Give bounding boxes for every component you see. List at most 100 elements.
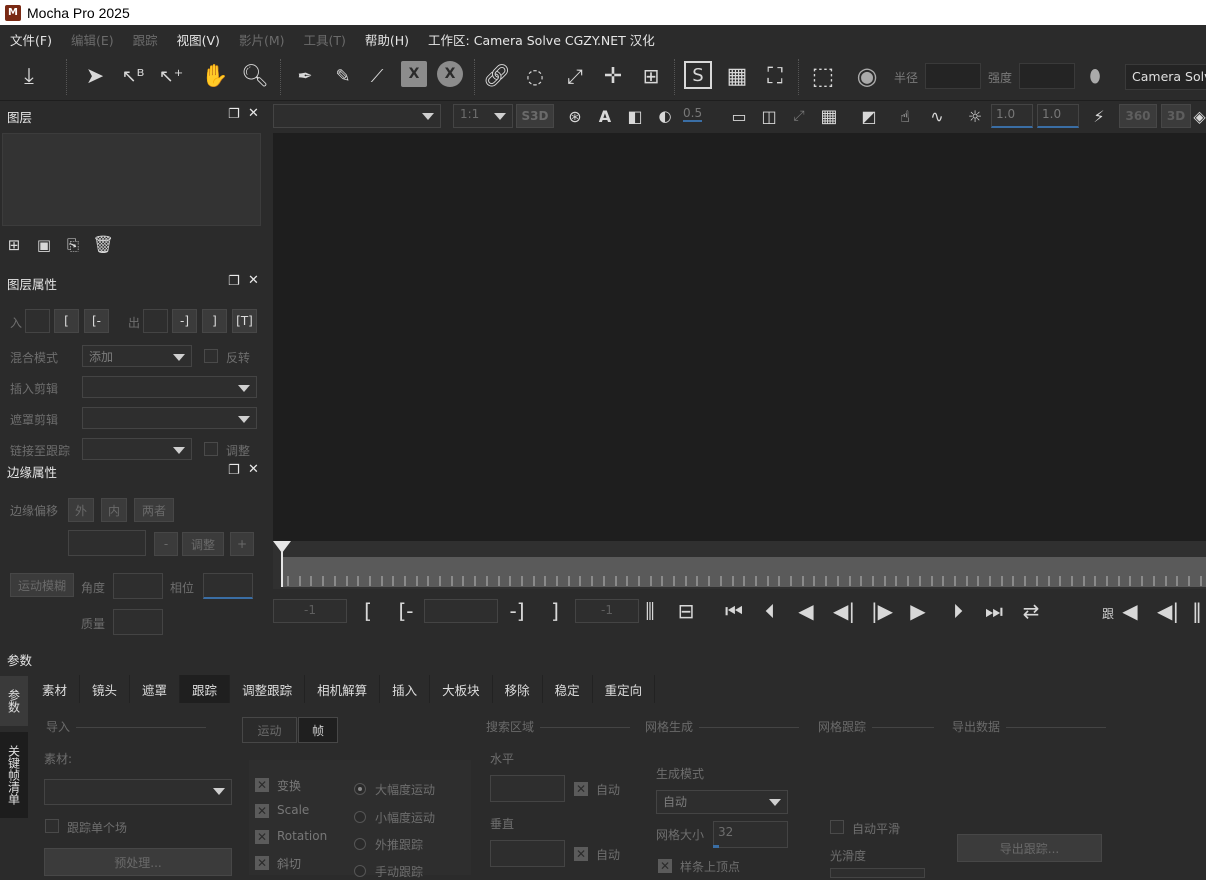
matte-opacity-icon[interactable]: ◐ — [653, 104, 677, 128]
surface-icon[interactable]: S — [684, 61, 712, 89]
side-tab-params[interactable]: 参数 — [0, 676, 28, 726]
horizontal-input[interactable] — [490, 775, 565, 802]
delete-layer-icon[interactable]: 🗑︎ — [92, 234, 114, 256]
module-tab[interactable]: 镜头 — [80, 675, 131, 703]
module-tab[interactable]: 移除 — [492, 675, 543, 703]
large-motion-radio[interactable] — [354, 783, 366, 795]
mesh-size-slider[interactable] — [713, 845, 719, 848]
scale-checkbox[interactable]: ✕ — [255, 804, 269, 818]
zoom-timeline-icon[interactable]: ⫼ — [636, 596, 664, 626]
gen-mode-select[interactable]: 自动 — [656, 790, 788, 814]
mask-clip-select[interactable] — [82, 407, 257, 429]
rotation-checkbox[interactable]: ✕ — [255, 830, 269, 844]
duplicate-layer-icon[interactable]: ⎘ — [62, 234, 84, 256]
module-tab[interactable]: 素材 — [30, 675, 81, 703]
module-tab[interactable]: 跟踪 — [180, 675, 231, 703]
import-icon[interactable]: ⤓ — [14, 61, 44, 91]
next-key-icon[interactable]: ⏵ — [944, 596, 972, 626]
new-layer-group-icon[interactable]: ⊞ — [3, 234, 25, 256]
menu-help[interactable]: 帮助(H) — [365, 30, 409, 49]
hand-view-icon[interactable]: ☝ — [893, 104, 917, 128]
rotate-tool-icon[interactable]: ◌ — [520, 61, 550, 91]
quality-input[interactable] — [113, 609, 163, 635]
radius-input[interactable] — [925, 63, 981, 89]
edge-out-button[interactable]: 外 — [68, 498, 94, 522]
zoom-select[interactable]: 1:1 — [453, 104, 513, 128]
module-tab[interactable]: 稳定 — [542, 675, 593, 703]
edge-in-button[interactable]: 内 — [101, 498, 127, 522]
play-forward-icon[interactable]: ▶ — [904, 596, 932, 626]
flash-icon[interactable]: ⚡︎ — [1087, 104, 1111, 128]
first-frame-icon[interactable]: ⏮ — [720, 596, 748, 626]
vertical-input[interactable] — [490, 840, 565, 867]
tracks-view-icon[interactable]: ⤢ — [787, 104, 811, 128]
track-step-back-icon[interactable]: ◀| — [1154, 596, 1182, 626]
angle-input[interactable] — [113, 573, 163, 599]
frame-tab[interactable]: 帧 — [298, 717, 338, 743]
track-clip-select[interactable] — [44, 779, 232, 805]
invert-checkbox[interactable] — [204, 349, 218, 363]
go-out-button[interactable]: -] — [172, 309, 197, 333]
menu-file[interactable]: 文件(F) — [10, 30, 52, 49]
adjust-checkbox[interactable] — [204, 442, 218, 456]
loop-icon[interactable]: ⇄ — [1016, 596, 1046, 626]
start-frame-input[interactable]: -1 — [273, 599, 347, 623]
module-tab[interactable]: 遮罩 — [130, 675, 181, 703]
edge-minus-button[interactable]: - — [154, 532, 178, 556]
add-layer-icon[interactable]: ▣ — [33, 234, 55, 256]
insert-clip-select[interactable] — [82, 376, 257, 398]
scale-tool-icon[interactable]: ⤢ — [560, 61, 590, 91]
current-frame-input[interactable] — [424, 599, 498, 623]
track-backward-icon[interactable]: ◀ — [1116, 596, 1144, 626]
transform-checkbox[interactable]: ✕ — [255, 778, 269, 792]
mattes-icon[interactable]: ◧ — [623, 104, 647, 128]
reset-range-button[interactable]: [T] — [232, 309, 257, 333]
layers-view-icon[interactable]: ◫ — [757, 104, 781, 128]
set-in-button[interactable]: [ — [54, 309, 79, 333]
workspace-select[interactable]: Camera Solve — [1125, 64, 1206, 90]
manual-track-radio[interactable] — [354, 865, 366, 877]
module-tab[interactable]: 重定向 — [592, 675, 656, 703]
clip-select[interactable] — [273, 104, 441, 128]
play-backward-icon[interactable]: ◀ — [792, 596, 820, 626]
shear-checkbox[interactable]: ✕ — [255, 856, 269, 870]
float-panel-icon[interactable]: ❐ — [228, 274, 240, 289]
step-back-icon[interactable]: ◀| — [830, 596, 858, 626]
select-tool-icon[interactable]: ➤ — [80, 61, 110, 91]
motion-tab[interactable]: 运动 — [242, 717, 297, 743]
hand-tool-icon[interactable]: ✋ — [200, 61, 230, 91]
eraser-icon[interactable]: ⬮ — [1080, 61, 1110, 91]
phase-input[interactable] — [203, 573, 253, 599]
curve-view-icon[interactable]: ∿ — [925, 104, 949, 128]
ellipse-xspline-icon[interactable]: X — [437, 61, 463, 87]
grid-icon[interactable]: ▦ — [722, 61, 752, 91]
extrapolate-radio[interactable] — [354, 838, 366, 850]
edge-offset-input[interactable] — [68, 530, 146, 556]
zoom-tool-icon[interactable]: 🔍︎ — [240, 61, 270, 91]
menu-clip[interactable]: 影片(M) — [239, 30, 285, 49]
set-in-frame-button[interactable]: [ — [358, 598, 378, 624]
float-panel-icon[interactable]: ❐ — [228, 107, 240, 122]
mesh-view-icon[interactable]: ▦ — [817, 104, 841, 128]
exposure-input[interactable]: 1.0 — [991, 104, 1033, 128]
opacity-value[interactable]: 0.5 — [683, 106, 703, 122]
module-tab[interactable]: 相机解算 — [305, 675, 381, 703]
auto-smooth-checkbox[interactable] — [830, 820, 844, 834]
text-overlay-icon[interactable]: A — [593, 104, 617, 128]
edge-both-button[interactable]: 两者 — [134, 498, 174, 522]
channels-icon[interactable]: ⊛ — [563, 104, 587, 128]
motion-blur-button[interactable]: 运动模糊 — [10, 573, 74, 597]
menu-tools[interactable]: 工具(T) — [303, 30, 345, 49]
float-panel-icon[interactable]: ❐ — [228, 463, 240, 478]
corner-pin-icon[interactable]: ⛶ — [760, 61, 790, 91]
export-tracking-button[interactable]: 导出跟踪... — [957, 834, 1102, 862]
view-360-button[interactable]: 360 — [1119, 104, 1157, 128]
track-single-frame-checkbox[interactable] — [45, 819, 59, 833]
end-frame-input[interactable]: -1 — [575, 599, 639, 623]
link-track-select[interactable] — [82, 438, 192, 460]
horizontal-auto-checkbox[interactable]: ✕ — [574, 782, 588, 796]
magnifier-view-icon[interactable]: ◩ — [857, 104, 881, 128]
draw-bezier-icon[interactable]: ✎ — [328, 61, 358, 91]
magnetic-pen-icon[interactable]: ⟋ — [362, 61, 392, 91]
track-stop-icon[interactable]: ‖ — [1188, 596, 1206, 626]
